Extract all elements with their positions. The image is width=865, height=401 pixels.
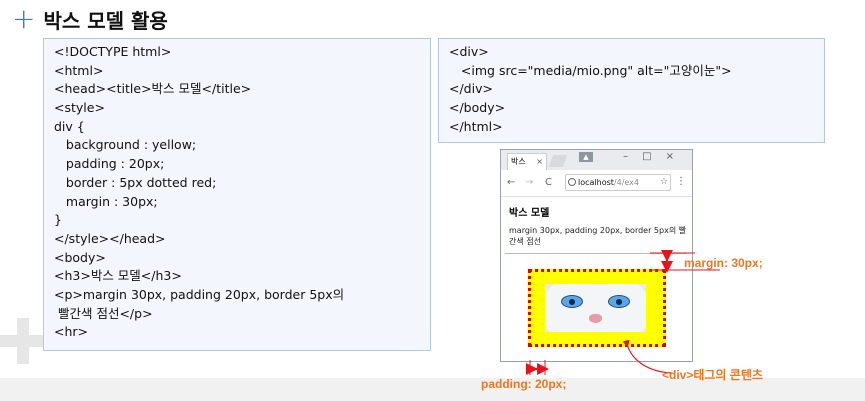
padding-annotation: padding: 20px; (481, 377, 567, 391)
content-annotation: <div>태그의 콘텐츠 (662, 368, 763, 382)
margin-annotation: margin: 30px; (684, 256, 763, 270)
annotation-arrows (526, 250, 720, 375)
